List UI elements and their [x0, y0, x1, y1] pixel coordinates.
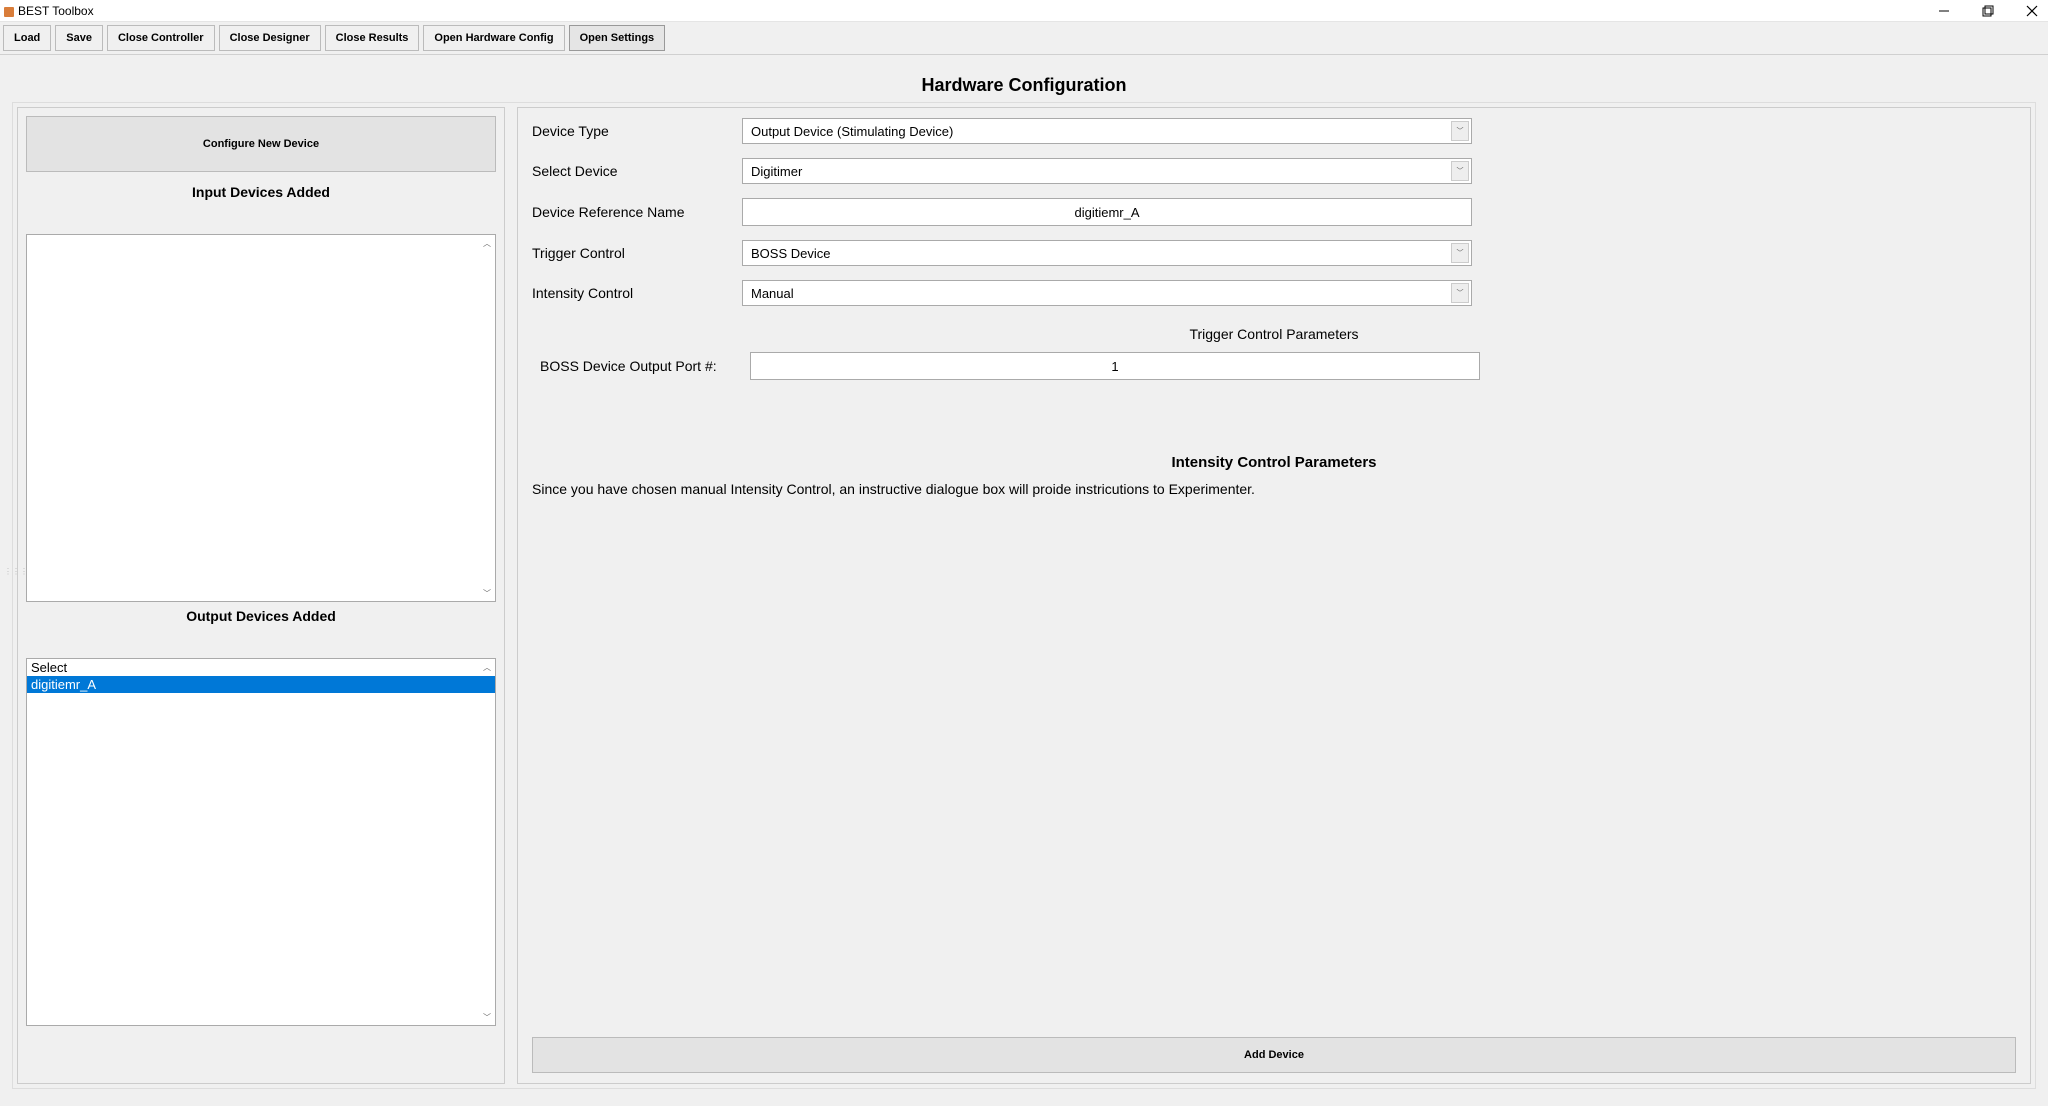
scroll-up-icon: ︿ — [479, 235, 495, 251]
scroll-down-icon: ﹀ — [479, 1009, 495, 1025]
page-title: Hardware Configuration — [12, 67, 2036, 102]
maximize-button[interactable] — [1980, 3, 1996, 19]
window-controls — [1936, 3, 2040, 19]
boss-port-label: BOSS Device Output Port #: — [532, 358, 750, 374]
scroll-down-icon: ﹀ — [479, 585, 495, 601]
intensity-instruction-text: Since you have chosen manual Intensity C… — [532, 481, 2016, 497]
right-panel: Device Type Output Device (Stimulating D… — [517, 107, 2031, 1084]
close-controller-button[interactable]: Close Controller — [107, 25, 215, 51]
open-hardware-config-button[interactable]: Open Hardware Config — [423, 25, 564, 51]
open-settings-button[interactable]: Open Settings — [569, 25, 666, 51]
titlebar-left: BEST Toolbox — [4, 4, 94, 18]
listbox-scrollbar: ︿ ﹀ — [479, 235, 495, 601]
device-type-value: Output Device (Stimulating Device) — [751, 124, 953, 139]
boss-output-port-input[interactable] — [750, 352, 1480, 380]
output-devices-label: Output Devices Added — [26, 602, 496, 630]
select-device-value: Digitimer — [751, 164, 802, 179]
window-title: BEST Toolbox — [18, 4, 94, 18]
chevron-down-icon: ﹀ — [1451, 283, 1469, 303]
intensity-control-row: Intensity Control Manual ﹀ — [532, 280, 2016, 306]
trigger-params-heading: Trigger Control Parameters — [532, 326, 2016, 342]
device-type-dropdown[interactable]: Output Device (Stimulating Device) ﹀ — [742, 118, 1472, 144]
configure-new-device-button[interactable]: Configure New Device — [26, 116, 496, 172]
intensity-control-label: Intensity Control — [532, 285, 742, 301]
listbox-scrollbar: ︿ ﹀ — [479, 659, 495, 1025]
close-button[interactable] — [2024, 3, 2040, 19]
device-reference-name-input[interactable] — [742, 198, 1472, 226]
boss-port-row: BOSS Device Output Port #: — [532, 352, 2016, 380]
content-wrap: Configure New Device Input Devices Added… — [12, 102, 2036, 1089]
trigger-control-label: Trigger Control — [532, 245, 742, 261]
device-ref-label: Device Reference Name — [532, 204, 742, 220]
input-devices-label: Input Devices Added — [26, 178, 496, 206]
intensity-params-heading: Intensity Control Parameters — [532, 454, 2016, 471]
trigger-control-row: Trigger Control BOSS Device ﹀ — [532, 240, 2016, 266]
add-device-button[interactable]: Add Device — [532, 1037, 2016, 1073]
titlebar: BEST Toolbox — [0, 0, 2048, 22]
select-device-label: Select Device — [532, 163, 742, 179]
trigger-control-dropdown[interactable]: BOSS Device ﹀ — [742, 240, 1472, 266]
chevron-down-icon: ﹀ — [1451, 121, 1469, 141]
minimize-button[interactable] — [1936, 3, 1952, 19]
load-button[interactable]: Load — [3, 25, 51, 51]
close-designer-button[interactable]: Close Designer — [219, 25, 321, 51]
trigger-control-value: BOSS Device — [751, 246, 830, 261]
panel-resize-handle[interactable]: ⋮⋮⋮ — [4, 570, 14, 574]
main-area: ⋮⋮⋮ Hardware Configuration Configure New… — [0, 55, 2048, 1106]
left-panel: Configure New Device Input Devices Added… — [17, 107, 505, 1084]
save-button[interactable]: Save — [55, 25, 103, 51]
trigger-params-group: Trigger Control Parameters BOSS Device O… — [532, 322, 2016, 394]
intensity-control-dropdown[interactable]: Manual ﹀ — [742, 280, 1472, 306]
list-item[interactable]: digitiemr_A — [27, 676, 495, 693]
chevron-down-icon: ﹀ — [1451, 243, 1469, 263]
list-item[interactable]: Select — [27, 659, 495, 676]
app-icon — [4, 6, 14, 16]
select-device-dropdown[interactable]: Digitimer ﹀ — [742, 158, 1472, 184]
intensity-params-group: Intensity Control Parameters Since you h… — [532, 450, 2016, 507]
device-type-label: Device Type — [532, 123, 742, 139]
close-results-button[interactable]: Close Results — [325, 25, 420, 51]
toolbar: Load Save Close Controller Close Designe… — [0, 22, 2048, 55]
input-devices-listbox[interactable]: ︿ ﹀ — [26, 234, 496, 602]
device-ref-row: Device Reference Name — [532, 198, 2016, 226]
chevron-down-icon: ﹀ — [1451, 161, 1469, 181]
intensity-control-value: Manual — [751, 286, 794, 301]
select-device-row: Select Device Digitimer ﹀ — [532, 158, 2016, 184]
device-type-row: Device Type Output Device (Stimulating D… — [532, 118, 2016, 144]
output-devices-listbox[interactable]: Select digitiemr_A ︿ ﹀ — [26, 658, 496, 1026]
